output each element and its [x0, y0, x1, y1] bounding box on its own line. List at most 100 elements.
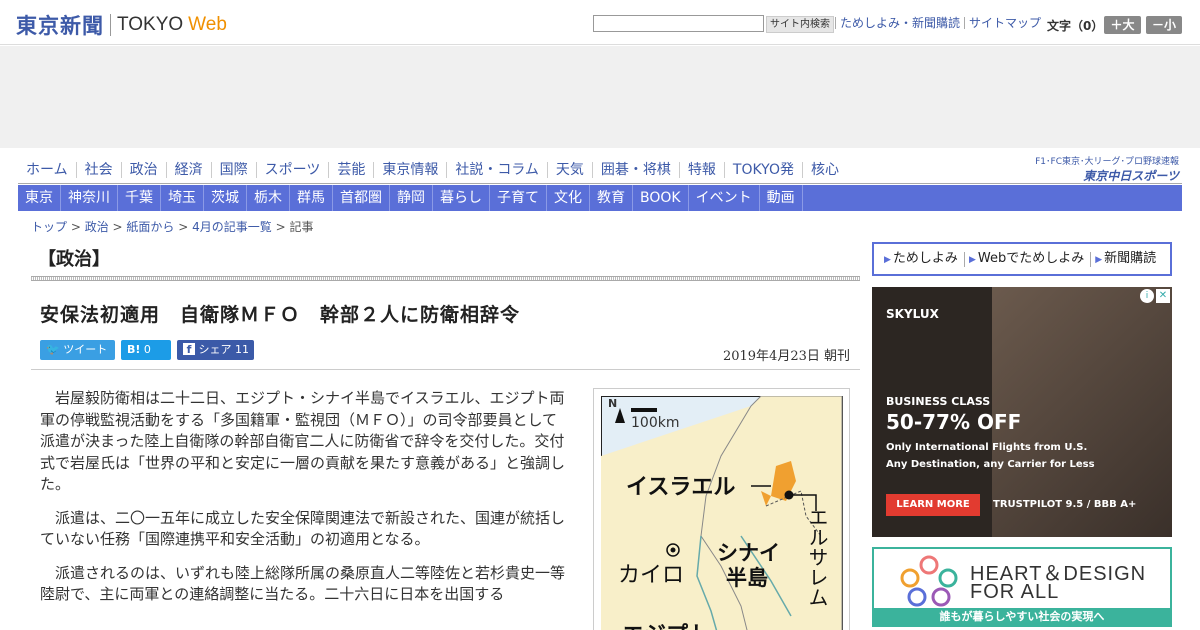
web-trial-label: Webでためしよみ	[977, 250, 1085, 266]
trial-subscribe-link[interactable]: ためしよみ・新聞購読	[835, 17, 964, 29]
ad-brand: SKYLUX	[886, 307, 939, 321]
logo-divider	[110, 14, 111, 36]
map-label-israel: イスラエル	[626, 475, 736, 500]
facebook-share-button[interactable]: f シェア 11	[177, 340, 254, 360]
regional-nav-item[interactable]: 静岡	[390, 185, 433, 211]
map-label-cairo: カイロ	[618, 563, 685, 588]
nav-item[interactable]: 社会	[75, 162, 121, 178]
regional-nav-item[interactable]: 暮らし	[433, 185, 490, 211]
regional-nav-item[interactable]: イベント	[689, 185, 760, 211]
header-links: ためしよみ・新聞購読 サイトマップ	[835, 17, 1045, 29]
primary-nav: ホーム 社会 政治 経済 国際 スポーツ 芸能 東京情報 社説・コラム 天気 囲碁・将棋 特報 TOKY…	[18, 159, 847, 181]
breadcrumb-separator: >	[67, 220, 85, 234]
chunichi-tagline: F1･FC東京･大リーグ･プロ野球速報	[1035, 157, 1179, 167]
ad-discount: 50-77% OFF	[886, 410, 1022, 434]
breadcrumb-link[interactable]: トップ	[31, 220, 67, 234]
site-search-button[interactable]: サイト内検索	[766, 16, 834, 33]
nav-item[interactable]: 天気	[546, 162, 592, 178]
breadcrumb-separator: >	[271, 220, 290, 234]
facebook-icon: f	[183, 343, 195, 356]
map-label-egypt: エジプト	[622, 617, 710, 630]
site-logo[interactable]: 東京新聞 TOKYO Web	[16, 10, 227, 40]
nav-item[interactable]: 政治	[120, 162, 166, 178]
chunichi-logo: 東京中日スポーツ	[1083, 169, 1179, 183]
font-smaller-button[interactable]: －小	[1146, 16, 1182, 34]
flower-logo-icon	[900, 555, 958, 607]
heart-design-banner[interactable]: HEART＆DESIGN FOR ALL 誰もが暮らしやすい社会の実現へ	[872, 547, 1172, 627]
nav-item[interactable]: 東京情報	[373, 162, 446, 178]
trial-reading-link[interactable]: ▶ ためしよみ	[880, 250, 965, 267]
regional-nav-item[interactable]: 子育て	[490, 185, 547, 211]
breadcrumb-separator: >	[174, 220, 193, 234]
regional-nav-item[interactable]: 千葉	[118, 185, 161, 211]
font-size-label: 文字（0）	[1047, 19, 1104, 33]
breadcrumb-link[interactable]: 紙面から	[126, 220, 174, 234]
sidebar-ad[interactable]: i ✕ SKYLUX BUSINESS CLASS 50-77% OFF Onl…	[872, 287, 1172, 537]
map-label-jerusalem: エルサレム	[805, 507, 829, 607]
ad-trust-text: TRUSTPILOT 9.5 / BBB A+	[993, 499, 1137, 510]
ad-line-1: Only International Flights from U.S.	[886, 442, 1088, 453]
banner-title-2: FOR ALL	[970, 581, 1060, 603]
hatena-button[interactable]: B! 0	[121, 340, 171, 360]
ad-close-icon[interactable]: ✕	[1156, 289, 1170, 303]
regional-nav-item[interactable]: 動画	[760, 185, 803, 211]
section-rule	[31, 276, 860, 281]
search-input[interactable]	[593, 15, 764, 32]
web-trial-link[interactable]: ▶ Webでためしよみ	[965, 250, 1092, 267]
regional-nav-item[interactable]: BOOK	[633, 185, 689, 211]
nav-item[interactable]: 特報	[678, 162, 724, 178]
subscribe-links-box: ▶ ためしよみ ▶ Webでためしよみ ▶ 新聞購読	[872, 242, 1172, 276]
section-title: 【政治】	[38, 249, 110, 270]
nav-item[interactable]: 囲碁・将棋	[591, 162, 679, 178]
breadcrumb-link[interactable]: 政治	[85, 220, 109, 234]
subscribe-link[interactable]: ▶ 新聞購読	[1091, 250, 1162, 267]
nav-item[interactable]: TOKYO発	[723, 162, 802, 178]
regional-nav-item[interactable]: 教育	[590, 185, 633, 211]
nav-item[interactable]: 経済	[165, 162, 211, 178]
sitemap-link[interactable]: サイトマップ	[964, 17, 1045, 29]
nav-item[interactable]: 芸能	[328, 162, 373, 178]
font-bigger-button[interactable]: ＋大	[1104, 16, 1141, 34]
article-paragraph: 派遣は、二〇一五年に成立した安全保障関連法で新設された、国連が統括していない任務…	[40, 508, 566, 549]
breadcrumb-current: 記事	[289, 220, 314, 234]
triangle-right-icon: ▶	[884, 254, 891, 265]
regional-nav-item[interactable]: 群馬	[290, 185, 333, 211]
triangle-right-icon: ▶	[1095, 254, 1103, 265]
regional-nav-item[interactable]: 栃木	[247, 185, 290, 211]
tweet-button[interactable]: 🐦 ツイート	[40, 340, 115, 360]
regional-nav-item[interactable]: 神奈川	[61, 185, 118, 211]
regional-nav-item[interactable]: 文化	[547, 185, 590, 211]
top-ad-space	[0, 46, 1200, 148]
regional-nav-item[interactable]: 埼玉	[161, 185, 204, 211]
nav-item[interactable]: スポーツ	[255, 162, 329, 178]
nav-item[interactable]: 国際	[210, 162, 256, 178]
ad-learn-more-button[interactable]: LEARN MORE	[886, 494, 980, 516]
subscribe-label: 新聞購読	[1104, 250, 1157, 266]
tweet-label: ツイート	[63, 343, 108, 356]
breadcrumb-separator: >	[108, 220, 127, 234]
article-paragraph: 派遣されるのは、いずれも陸上総隊所属の桑原直人二等陸佐と若杉貴史一等陸尉で、主に…	[40, 563, 566, 604]
article-map[interactable]: N 100km イスラエル エルサレム カイロ シナイ 半島 エジプト	[593, 388, 850, 630]
nav-divider	[18, 183, 1182, 184]
chunichi-sports-link[interactable]: F1･FC東京･大リーグ･プロ野球速報 東京中日スポーツ	[1027, 154, 1179, 183]
regional-nav-item[interactable]: 東京	[18, 185, 61, 211]
facebook-label: シェア 11	[198, 343, 250, 356]
nav-item[interactable]: ホーム	[18, 162, 76, 178]
article-rule	[31, 369, 860, 370]
nav-item[interactable]: 核心	[801, 162, 847, 178]
scale-label: 100km	[631, 415, 680, 431]
article-date: 2019年4月23日 朝刊	[722, 349, 850, 364]
ad-info-icon[interactable]: i	[1140, 289, 1154, 303]
breadcrumb-link[interactable]: 4月の記事一覧	[192, 220, 272, 234]
logo-jp: 東京新聞	[16, 13, 104, 38]
hatena-icon: B!	[127, 343, 141, 356]
article-body: 岩屋毅防衛相は二十二日、エジプト・シナイ半島でイスラエル、エジプト両軍の停戦監視…	[40, 388, 570, 618]
nav-item[interactable]: 社説・コラム	[446, 162, 547, 178]
regional-nav-item[interactable]: 首都圏	[333, 185, 390, 211]
article-paragraph: 岩屋毅防衛相は二十二日、エジプト・シナイ半島でイスラエル、エジプト両軍の停戦監視…	[40, 389, 566, 493]
map-label-peninsula: 半島	[726, 566, 768, 590]
trial-reading-label: ためしよみ	[892, 250, 958, 266]
regional-nav-item[interactable]: 茨城	[204, 185, 247, 211]
article-headline: 安保法初適用 自衛隊ＭＦＯ 幹部２人に防衛相辞令	[40, 304, 521, 326]
banner-subtitle: 誰もが暮らしやすい社会の実現へ	[874, 608, 1170, 625]
